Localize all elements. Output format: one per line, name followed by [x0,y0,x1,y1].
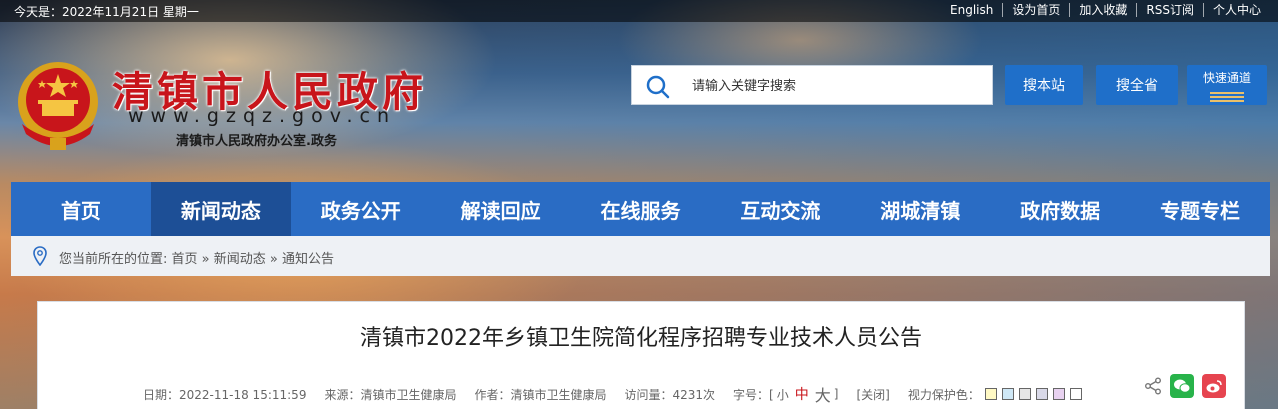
nav-item-interaction[interactable]: 互动交流 [710,182,850,236]
fast-channel-button[interactable]: 快速通道 [1187,65,1267,105]
site-subtitle: 清镇市人民政府办公室.政务 [176,134,337,149]
breadcrumb-path[interactable]: 您当前所在的位置: 首页 » 新闻动态 » 通知公告 [59,248,334,267]
share-icon[interactable] [1144,377,1162,395]
font-medium-button[interactable]: 中 [795,384,809,404]
wechat-icon[interactable] [1170,374,1194,398]
eye-color-lavender[interactable] [1035,388,1048,400]
nav-item-news[interactable]: 新闻动态 [150,182,291,236]
link-english[interactable]: English [941,3,1002,17]
nav-item-online-service[interactable]: 在线服务 [571,182,711,236]
article-card: 清镇市2022年乡镇卫生院简化程序招聘专业技术人员公告 日期：2022-11-1… [37,301,1245,409]
nav-item-gov-data[interactable]: 政府数据 [990,182,1130,236]
menu-lines-icon [1210,91,1244,102]
eye-color-yellow[interactable] [984,388,997,400]
breadcrumb: 您当前所在的位置: 首页 » 新闻动态 » 通知公告 [11,236,1270,276]
weibo-icon[interactable] [1202,374,1226,398]
national-emblem-icon[interactable] [12,54,104,154]
nav-item-interpretation[interactable]: 解读回应 [431,182,571,236]
font-small-button[interactable]: 小 [777,386,789,403]
search-input[interactable] [692,74,982,98]
search-province-button[interactable]: 搜全省 [1096,65,1178,105]
nav-item-lake-city[interactable]: 湖城清镇 [850,182,990,236]
main-nav: 首页 新闻动态 政务公开 解读回应 在线服务 互动交流 湖城清镇 政府数据 专题… [11,182,1270,236]
article-meta: 日期：2022-11-18 15:11:59 来源：清镇市卫生健康局 作者：清镇… [143,382,1082,406]
eye-color-white[interactable] [1069,388,1082,400]
font-size-end: ] [833,387,839,401]
close-link[interactable]: [关闭] [856,386,889,403]
nav-item-gov-affairs[interactable]: 政务公开 [291,182,431,236]
article-source: 来源：清镇市卫生健康局 [324,387,457,402]
search-site-button[interactable]: 搜本站 [1005,65,1083,105]
article-title: 清镇市2022年乡镇卫生院简化程序招聘专业技术人员公告 [360,326,922,351]
fast-channel-label: 快速通道 [1202,70,1251,85]
nav-item-topics[interactable]: 专题专栏 [1130,182,1270,236]
eye-color-gray[interactable] [1018,388,1031,400]
current-date: 今天是：2022年11月21日 星期一 [14,5,199,19]
link-set-homepage[interactable]: 设为首页 [1002,3,1069,17]
link-rss[interactable]: RSS订阅 [1136,3,1203,17]
search-icon[interactable] [646,75,670,99]
location-pin-icon [33,246,47,266]
eye-color-blue[interactable] [1001,388,1014,400]
top-links: English 设为首页 加入收藏 RSS订阅 个人中心 [941,3,1270,17]
top-bar: 今天是：2022年11月21日 星期一 English 设为首页 加入收藏 RS… [0,0,1278,22]
link-add-favorite[interactable]: 加入收藏 [1069,3,1136,17]
article-author: 作者：清镇市卫生健康局 [474,387,607,402]
share-bar [1144,374,1226,398]
site-url: www.gzqz.gov.cn [128,105,397,127]
link-personal-center[interactable]: 个人中心 [1202,3,1270,17]
eye-color-purple[interactable] [1052,388,1065,400]
nav-item-home[interactable]: 首页 [11,182,151,236]
article-views: 访问量：4231次 [624,387,716,402]
article-date: 日期：2022-11-18 15:11:59 [143,387,307,402]
font-large-button[interactable]: 大 [815,382,831,406]
search-box [631,65,993,105]
font-size-label: 字号：[ [733,387,774,402]
eye-protect-label: 视力保护色： [907,387,980,402]
